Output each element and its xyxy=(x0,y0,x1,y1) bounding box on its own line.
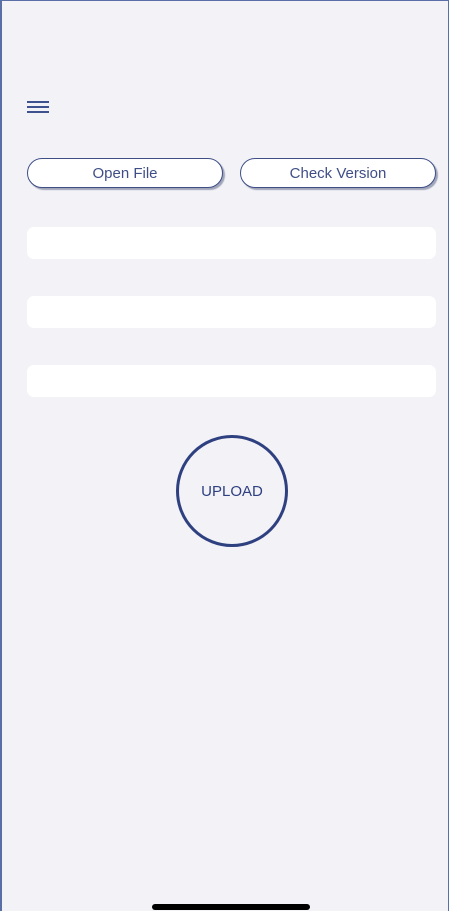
check-version-button[interactable]: Check Version xyxy=(240,158,436,188)
menu-line xyxy=(27,106,49,108)
text-field-2[interactable] xyxy=(27,296,436,328)
text-field-3[interactable] xyxy=(27,365,436,397)
menu-line xyxy=(27,101,49,103)
hamburger-menu-icon[interactable] xyxy=(27,100,49,114)
check-version-label: Check Version xyxy=(289,164,387,182)
upload-label: UPLOAD xyxy=(201,482,263,500)
open-file-label: Open File xyxy=(92,164,158,182)
open-file-button[interactable]: Open File xyxy=(27,158,223,188)
text-field-1[interactable] xyxy=(27,227,436,259)
upload-button[interactable]: UPLOAD xyxy=(176,435,288,547)
home-indicator xyxy=(152,904,310,910)
menu-line xyxy=(27,111,49,113)
app-screen: Open File Check Version UPLOAD xyxy=(0,0,449,911)
